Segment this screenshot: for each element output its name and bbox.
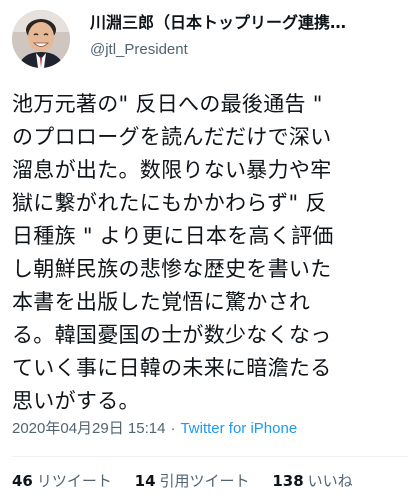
avatar-photo-icon: [12, 10, 70, 68]
tweet-text-line: 池万元著の" 反日への最後通告 ": [12, 92, 323, 116]
tweet-stats: 46 リツイート 14 引用ツイート 138 いいね: [12, 471, 371, 491]
retweets-stat[interactable]: 46 リツイート: [12, 471, 112, 491]
tweet-header: 川淵三郎（日本トップリーグ連携… @jtl_President: [12, 10, 408, 72]
retweets-label: リツイート: [36, 472, 112, 490]
avatar[interactable]: [12, 10, 70, 68]
author-handle[interactable]: @jtl_President: [90, 40, 408, 60]
tweet-text: 池万元著の" 反日への最後通告 " のプロローグを読んだだけで深い 溜息が出た。…: [12, 88, 412, 418]
tweet-text-line: 思いがする。: [12, 389, 140, 413]
likes-count: 138: [272, 472, 304, 490]
tweet-text-line: 日種族 " より更に日本を高く評価: [12, 224, 334, 248]
likes-stat[interactable]: 138 いいね: [272, 471, 352, 491]
tweet-text-line: し朝鮮民族の悲惨な歴史を書いた: [12, 257, 332, 281]
meta-separator: ·: [170, 420, 176, 437]
tweet-text-line: る。韓国憂国の士が数少なくなっ: [12, 323, 332, 347]
quotes-label: 引用ツイート: [159, 472, 250, 490]
quotes-stat[interactable]: 14 引用ツイート: [135, 471, 250, 491]
quotes-count: 14: [134, 472, 156, 490]
retweets-count: 46: [12, 472, 33, 490]
tweet-source-link[interactable]: Twitter for iPhone: [180, 420, 297, 437]
tweet-text-line: 獄に繋がれたにもかかわらず" 反: [12, 191, 327, 215]
author-display-name[interactable]: 川淵三郎（日本トップリーグ連携…: [90, 12, 390, 34]
divider: [12, 456, 408, 457]
tweet-text-line: ていく事に日韓の未来に暗澹たる: [12, 356, 332, 380]
tweet-timestamp[interactable]: 2020年04月29日 15:14: [12, 420, 165, 437]
tweet-text-line: のプロローグを読んだだけで深い: [12, 125, 332, 149]
author-names: 川淵三郎（日本トップリーグ連携… @jtl_President: [90, 12, 408, 60]
tweet-text-line: 溜息が出た。数限りない暴力や牢: [12, 158, 332, 182]
tweet-card: 川淵三郎（日本トップリーグ連携… @jtl_President 池万元著の" 反…: [0, 0, 420, 500]
tweet-text-line: 本書を出版した覚悟に驚かされ: [12, 290, 311, 314]
tweet-meta: 2020年04月29日 15:14 · Twitter for iPhone: [12, 419, 297, 439]
likes-label: いいね: [307, 472, 353, 490]
